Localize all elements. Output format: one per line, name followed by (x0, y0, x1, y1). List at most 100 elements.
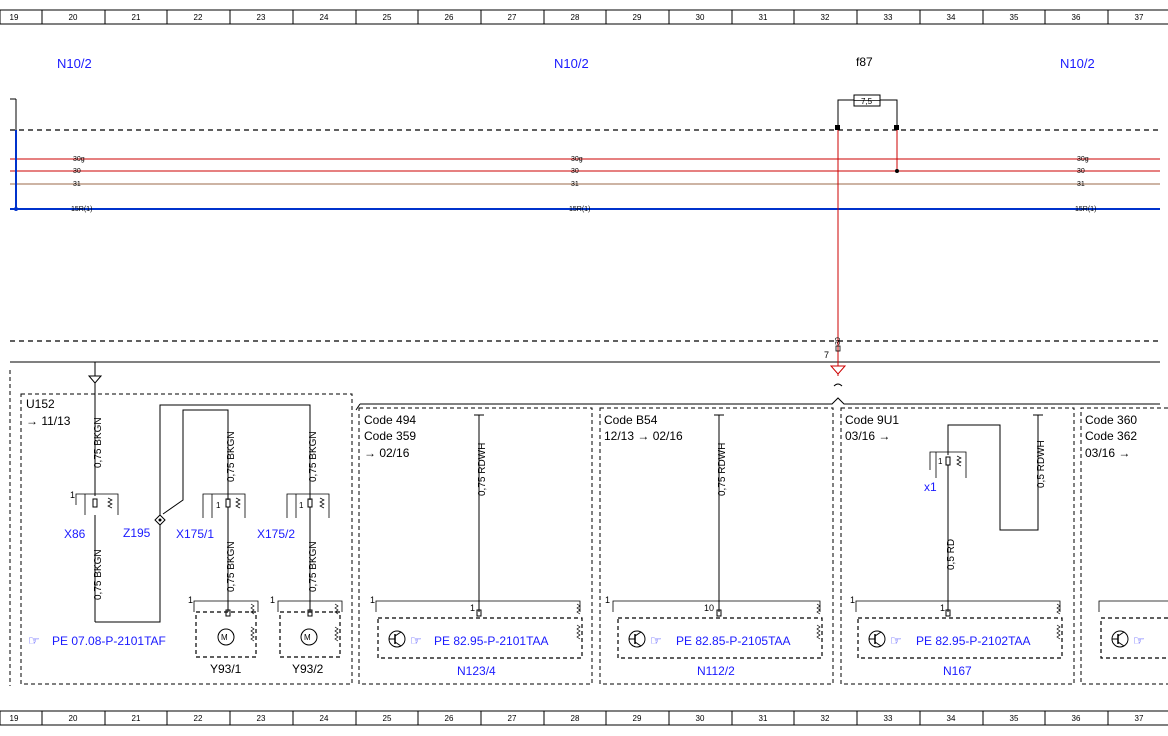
top-ruler-number: 26 (445, 13, 454, 22)
bottom-ruler-number: 19 (10, 714, 19, 723)
n123-code-2: Code 359 (364, 429, 416, 443)
connector-pin-label: 30 (835, 337, 842, 345)
wire-x175-1-top: 0,75 BKGN (226, 431, 237, 482)
wiring-diagram: 19 20 21 22 23 24 25 26 27 28 29 30 31 32 33 34 35 36 37 1… (0, 9, 1168, 726)
bus-label-30-mid: 30 (571, 168, 579, 175)
y93-2-valve: 1 M (270, 595, 343, 658)
right-hand-icon: ☞ (1133, 633, 1145, 648)
top-ruler-number: 29 (633, 13, 642, 22)
n10-2-label-left[interactable]: N10/2 (57, 56, 92, 71)
right-transistor-icon (1111, 630, 1129, 648)
fuse-f87-label: f87 (856, 55, 873, 69)
right-code-2: Code 362 (1085, 429, 1137, 443)
top-ruler-number: 24 (320, 13, 329, 22)
n167-date: 03/16 → (845, 429, 890, 443)
n167-pe-link[interactable]: PE 82.95-P-2102TAA (916, 634, 1031, 648)
bus-label-30-right: 30 (1077, 168, 1085, 175)
n112-pe-link[interactable]: PE 82.85-P-2105TAA (676, 634, 791, 648)
top-ruler-number: 30 (696, 13, 705, 22)
n167-x1-pin: 1 (938, 457, 943, 466)
svg-text:1: 1 (188, 595, 193, 605)
n123-pe-link[interactable]: PE 82.95-P-2101TAA (434, 634, 549, 648)
y93-1-valve: 1 M (188, 595, 259, 658)
top-ruler-number: 34 (947, 13, 956, 22)
n167-hand-icon: ☞ (890, 633, 902, 648)
top-ruler-number: 32 (821, 13, 830, 22)
bottom-ruler-number: 27 (508, 714, 517, 723)
top-ruler-number: 31 (759, 13, 768, 22)
bottom-ruler-number: 22 (194, 714, 203, 723)
n123-name[interactable]: N123/4 (457, 664, 496, 678)
n10-2-label-mid[interactable]: N10/2 (554, 56, 589, 71)
bottom-ruler-number: 30 (696, 714, 705, 723)
n167-pin: 1 (940, 603, 945, 613)
u152-title: U152 (26, 397, 55, 411)
wire-x175-1-bottom: 0,75 BKGN (226, 541, 237, 592)
bus-label-30g-mid: 30g (571, 156, 583, 163)
n123-hand-icon: ☞ (410, 633, 422, 648)
top-ruler-number: 27 (508, 13, 517, 22)
bottom-ruler-number: 31 (759, 714, 768, 723)
n112-name[interactable]: N112/2 (697, 664, 735, 678)
bottom-ruler-number: 23 (257, 714, 266, 723)
u152-pe-link[interactable]: PE 07.08-P-2101TAF (52, 634, 166, 648)
x175-2-connector: 1 (286, 493, 330, 518)
x86-connector (75, 493, 119, 515)
top-ruler: 19 20 21 22 23 24 25 26 27 28 29 30 31 32 33 34 35 36 37 (0, 9, 1168, 25)
bus-label-30g-right: 30g (1077, 156, 1089, 163)
x175-2-label[interactable]: X175/2 (257, 527, 295, 541)
top-ruler-number: 33 (884, 13, 893, 22)
n112-wire: 0,75 RDWH (717, 443, 728, 496)
right-date: 03/16 → (1085, 446, 1130, 460)
bottom-ruler-number: 33 (884, 714, 893, 723)
top-ruler-number: 22 (194, 13, 203, 22)
top-ruler-number: 35 (1010, 13, 1019, 22)
n167-name[interactable]: N167 (943, 664, 972, 678)
n112-box-pin: 1 (605, 595, 610, 605)
svg-text:1: 1 (216, 501, 221, 510)
n167-box-pin: 1 (850, 595, 855, 605)
wire-x86-top: 0,75 BKGN (93, 417, 104, 468)
n167-x1-label[interactable]: x1 (924, 480, 937, 494)
bus-label-15r-right: 15R(1) (1075, 206, 1096, 213)
right-code-1: Code 360 (1085, 413, 1137, 427)
bottom-ruler-number: 20 (69, 714, 78, 723)
n123-pin: 1 (470, 603, 475, 613)
n10-2-label-right[interactable]: N10/2 (1060, 56, 1095, 71)
bottom-ruler-number: 36 (1072, 714, 1081, 723)
n167-wire-right: 0,5 RDWH (1036, 440, 1047, 488)
x86-label[interactable]: X86 (64, 527, 86, 541)
bottom-ruler-number: 35 (1010, 714, 1019, 723)
top-ruler-number: 23 (257, 13, 266, 22)
connector-pin-number: 7 (824, 350, 829, 360)
x175-1-connector: 1 (202, 493, 246, 518)
u152-date: → 11/13 (26, 414, 71, 428)
top-ruler-number: 21 (132, 13, 141, 22)
wire-x175-2-bottom: 0,75 BKGN (308, 541, 319, 592)
bottom-ruler-number: 24 (320, 714, 329, 723)
fuse-value: 7,5 (861, 97, 873, 106)
y93-1-label: Y93/1 (210, 662, 242, 676)
pin-1-x86: 1 (70, 490, 75, 500)
top-ruler-number: 36 (1072, 13, 1081, 22)
z195-label[interactable]: Z195 (123, 526, 151, 540)
svg-text:M: M (304, 633, 311, 642)
svg-text:1: 1 (270, 595, 275, 605)
bus-label-30g-left: 30g (73, 156, 85, 163)
n167-code-1: Code 9U1 (845, 413, 899, 427)
bottom-ruler-number: 26 (445, 714, 454, 723)
n112-date: 12/13 → 02/16 (604, 429, 683, 443)
n112-transistor-icon (628, 630, 646, 648)
u152-pe-hand-icon: ☞ (28, 633, 40, 648)
n112-pin: 10 (704, 603, 714, 613)
n123-date: → 02/16 (364, 446, 410, 460)
wire-x175-2-top: 0,75 BKGN (308, 431, 319, 482)
bottom-ruler-number: 37 (1135, 714, 1144, 723)
x175-1-label[interactable]: X175/1 (176, 527, 214, 541)
n112-hand-icon: ☞ (650, 633, 662, 648)
top-ruler-number: 37 (1135, 13, 1144, 22)
y93-2-label: Y93/2 (292, 662, 324, 676)
svg-text:M: M (221, 633, 228, 642)
top-ruler-number: 20 (69, 13, 78, 22)
bus-label-15r-mid: 15R(1) (569, 206, 590, 213)
